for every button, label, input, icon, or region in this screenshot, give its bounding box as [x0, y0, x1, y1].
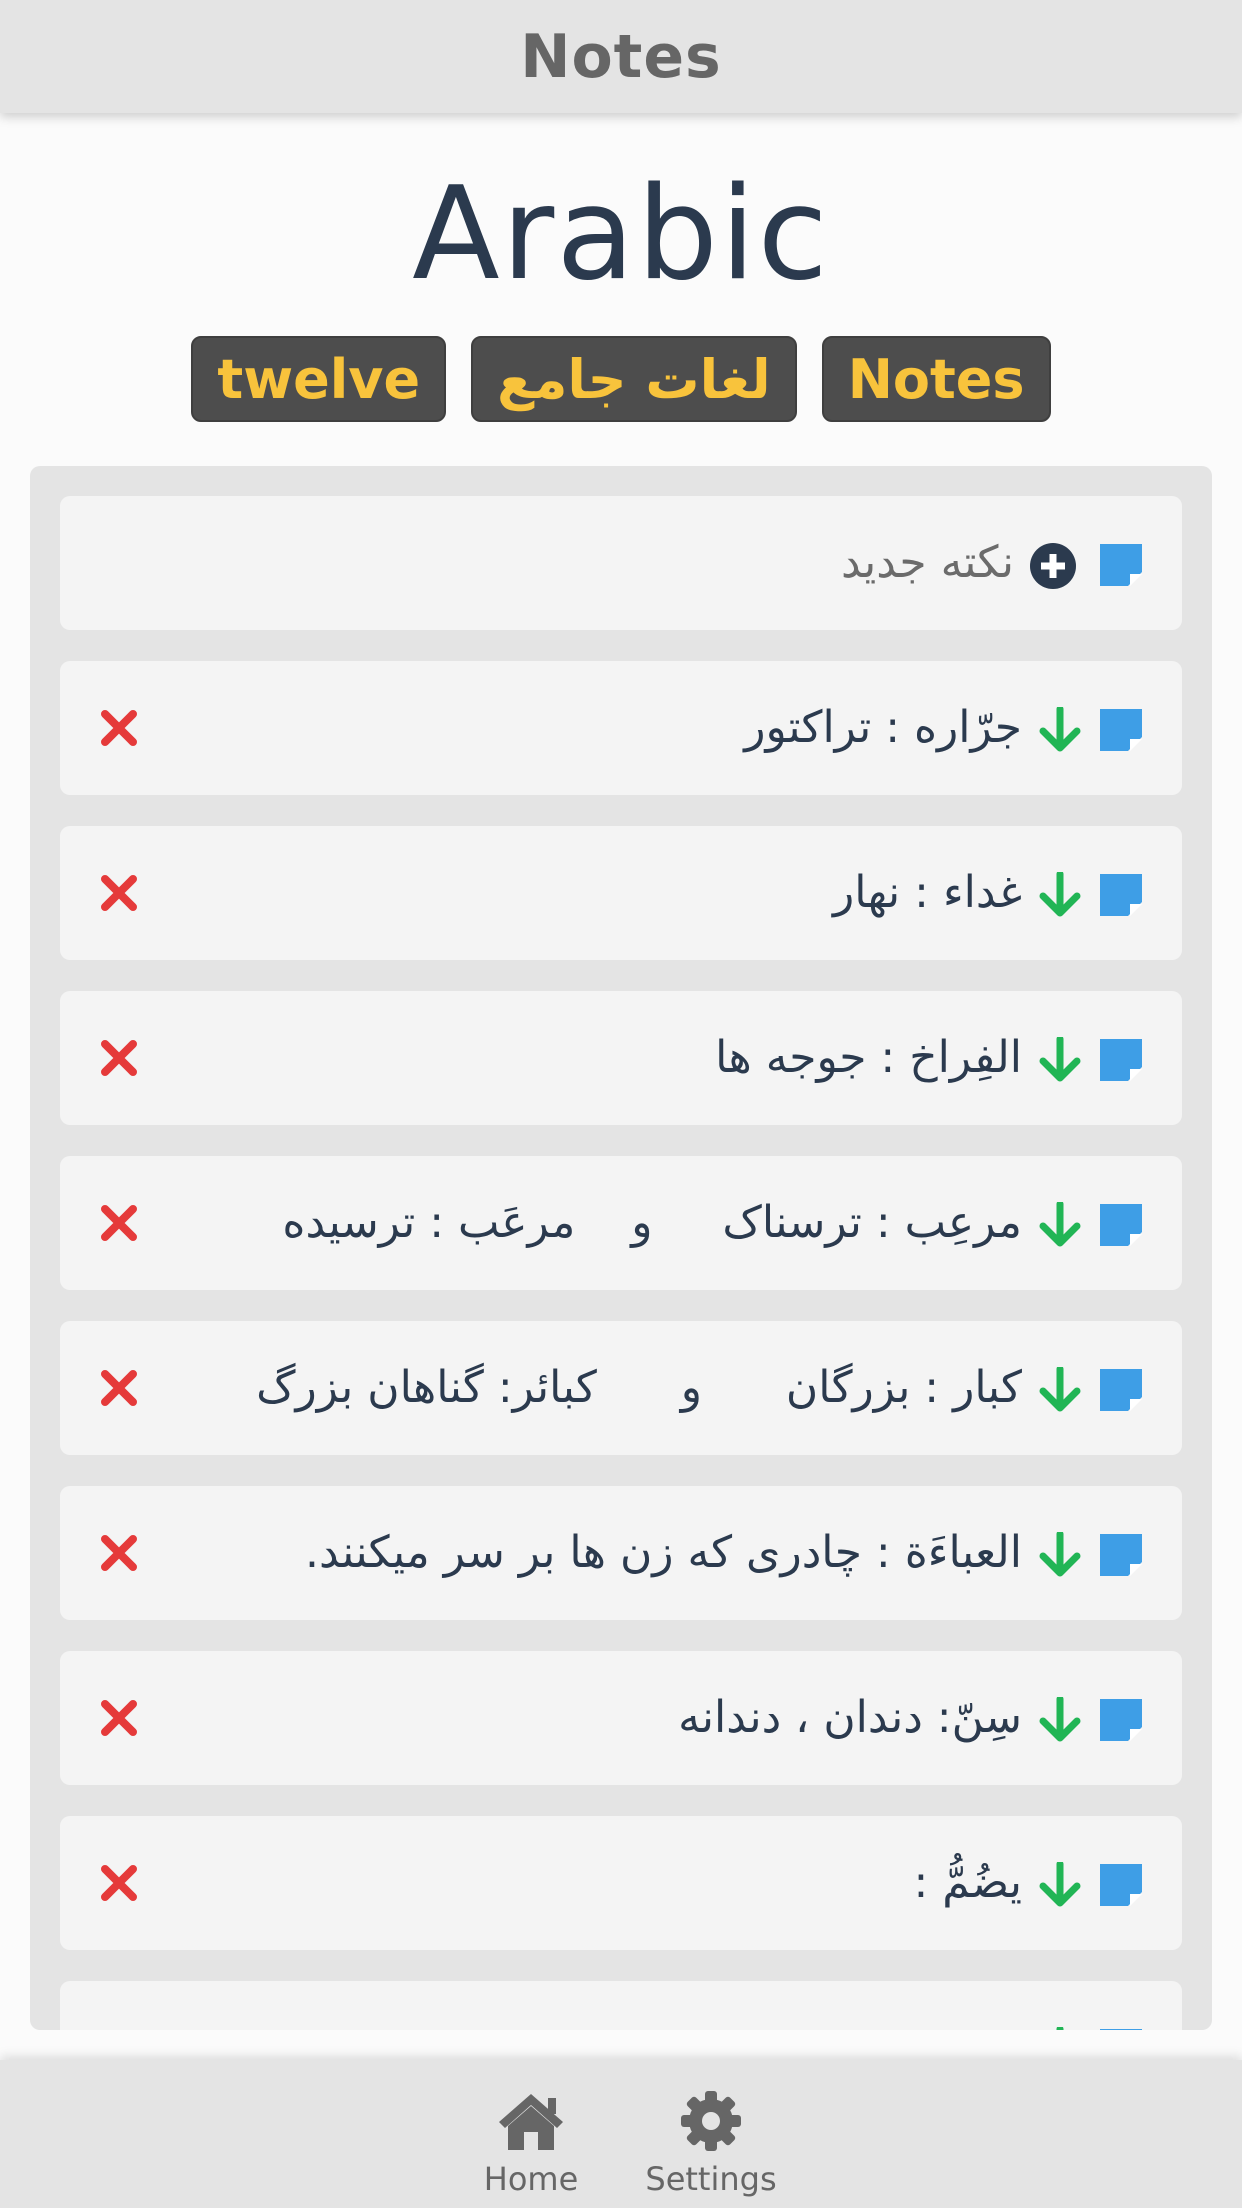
- tag-comprehensive-vocab[interactable]: لغات جامع: [471, 336, 797, 422]
- close-icon[interactable]: [100, 709, 138, 747]
- note-text: سِنّ: دندان ، دندانه: [678, 1692, 1022, 1743]
- close-icon[interactable]: [100, 874, 138, 912]
- note-icon: [1100, 2029, 1142, 2030]
- note-card[interactable]: الفِراخ : جوجه ها: [60, 991, 1182, 1125]
- note-icon: [1100, 1039, 1142, 1081]
- nav-home[interactable]: Home: [482, 2060, 580, 2208]
- note-card[interactable]: غداء : نهار: [60, 826, 1182, 960]
- arrow-down-icon[interactable]: [1038, 1367, 1082, 1413]
- note-icon: [1100, 874, 1142, 916]
- close-icon[interactable]: [100, 1039, 138, 1077]
- note-text: کبار : بزرگان و کبائر: گناهان بزرگ: [256, 1362, 1022, 1413]
- arrow-down-icon[interactable]: [1038, 1037, 1082, 1083]
- add-circle-icon[interactable]: [1030, 543, 1076, 589]
- arrow-down-icon[interactable]: [1038, 1697, 1082, 1743]
- note-text: الفِراخ : جوجه ها: [715, 1032, 1022, 1083]
- note-text: العباءَة : چادری که زن ها بر سر میکنند.: [304, 1527, 1022, 1578]
- note-card[interactable]: مرعِب : ترسناک و مرعَب : ترسیده: [60, 1156, 1182, 1290]
- note-icon: [1100, 709, 1142, 751]
- bottom-nav: Home Settings: [0, 2060, 1242, 2208]
- note-icon: [1100, 544, 1142, 586]
- nav-settings[interactable]: Settings: [645, 2060, 777, 2208]
- arrow-down-icon[interactable]: [1038, 872, 1082, 918]
- note-text: یُ...: [946, 1981, 1022, 2030]
- gear-icon[interactable]: [675, 2090, 747, 2152]
- home-icon[interactable]: [495, 2090, 567, 2152]
- close-icon[interactable]: [100, 1864, 138, 1902]
- new-note-label[interactable]: نکته جدید: [841, 496, 1014, 630]
- close-icon[interactable]: [100, 1204, 138, 1242]
- nav-home-label[interactable]: Home: [484, 2160, 579, 2198]
- tag-list: twelve لغات جامع Notes: [0, 336, 1242, 422]
- close-icon[interactable]: [100, 1369, 138, 1407]
- note-text: یضُمُّ :: [913, 1857, 1023, 1908]
- nav-settings-label[interactable]: Settings: [645, 2160, 776, 2198]
- arrow-down-icon[interactable]: [1038, 1202, 1082, 1248]
- tag-notes[interactable]: Notes: [821, 336, 1051, 422]
- note-card[interactable]: یُ...: [60, 1981, 1182, 2030]
- note-text: جرّاره : تراکتور: [744, 702, 1022, 753]
- arrow-down-icon[interactable]: [1038, 1862, 1082, 1908]
- close-icon[interactable]: [100, 1699, 138, 1737]
- note-card[interactable]: کبار : بزرگان و کبائر: گناهان بزرگ: [60, 1321, 1182, 1455]
- notes-panel[interactable]: نکته جدید جرّاره : تراکتور غداء : نهار ا…: [30, 466, 1212, 2030]
- note-icon: [1100, 1369, 1142, 1411]
- tag-twelve[interactable]: twelve: [191, 336, 447, 422]
- note-icon: [1100, 1699, 1142, 1741]
- arrow-down-icon[interactable]: [1038, 1532, 1082, 1578]
- note-card[interactable]: العباءَة : چادری که زن ها بر سر میکنند.: [60, 1486, 1182, 1620]
- note-card[interactable]: یضُمُّ :: [60, 1816, 1182, 1950]
- note-card[interactable]: سِنّ: دندان ، دندانه: [60, 1651, 1182, 1785]
- note-icon: [1100, 1204, 1142, 1246]
- top-bar: Notes: [0, 0, 1242, 113]
- app-title: Notes: [520, 21, 722, 92]
- note-icon: [1100, 1534, 1142, 1576]
- note-text: غداء : نهار: [833, 867, 1022, 918]
- arrow-down-icon[interactable]: [1038, 2027, 1082, 2030]
- note-icon: [1100, 1864, 1142, 1906]
- note-card[interactable]: جرّاره : تراکتور: [60, 661, 1182, 795]
- close-icon[interactable]: [100, 1534, 138, 1572]
- arrow-down-icon[interactable]: [1038, 707, 1082, 753]
- note-text: مرعِب : ترسناک و مرعَب : ترسیده: [282, 1197, 1022, 1248]
- page-title: Arabic: [412, 160, 830, 309]
- new-note-card[interactable]: نکته جدید: [60, 496, 1182, 630]
